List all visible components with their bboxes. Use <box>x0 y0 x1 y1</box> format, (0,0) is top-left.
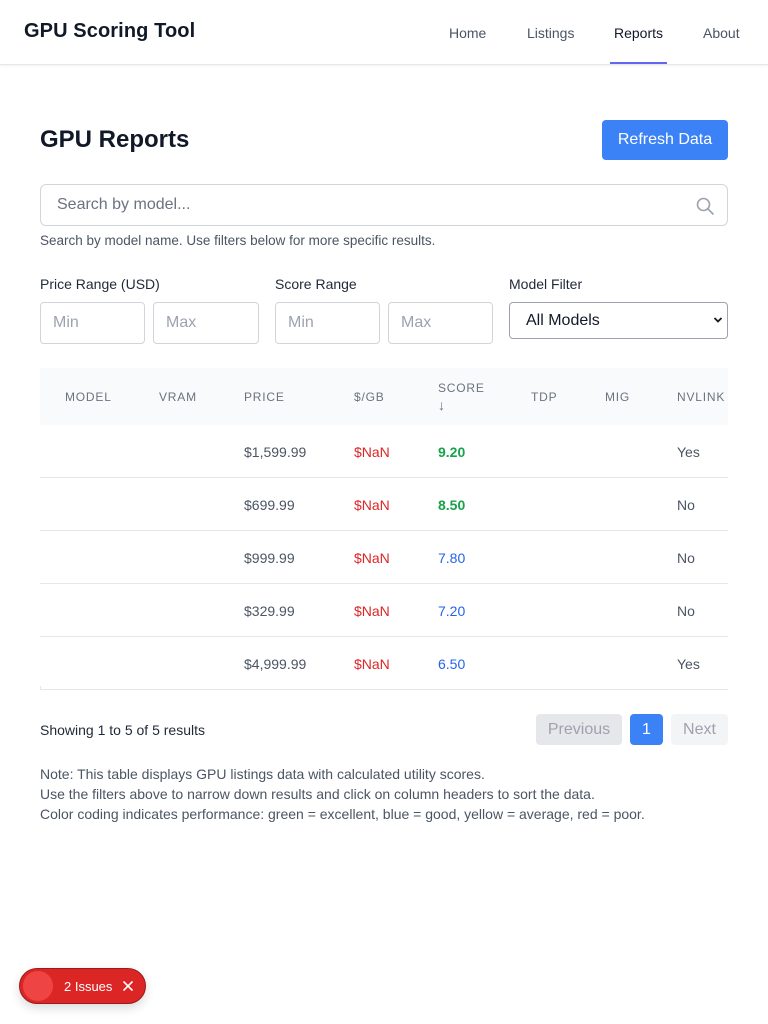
table-row[interactable]: $1,599.99 $NaN 9.20 Yes <box>40 425 728 478</box>
cell-nvlink: No <box>677 603 695 619</box>
cell-score: 8.50 <box>438 497 466 513</box>
score-range-label: Score Range <box>275 276 357 292</box>
page-number-button[interactable]: 1 <box>630 714 663 745</box>
cell-price-per-gb: $NaN <box>354 656 390 672</box>
table-scroll-corner <box>40 686 48 690</box>
nav-home[interactable]: Home <box>449 0 486 64</box>
cell-nvlink: Yes <box>677 656 700 672</box>
table-row[interactable]: $4,999.99 $NaN 6.50 Yes <box>40 637 728 690</box>
gpu-report-table: Model VRAM Price $/GB Score ↓ TDP MIG NV… <box>40 368 728 690</box>
cell-score: 7.20 <box>438 603 466 619</box>
table-notes: Note: This table displays GPU listings d… <box>40 764 645 824</box>
cell-price: $1,599.99 <box>244 444 307 460</box>
cell-price: $329.99 <box>244 603 295 619</box>
sort-descending-icon: ↓ <box>438 397 446 413</box>
model-filter-select[interactable]: All Models <box>509 302 728 339</box>
results-count-text: Showing 1 to 5 of 5 results <box>40 722 205 738</box>
search-help-text: Search by model name. Use filters below … <box>40 233 436 248</box>
search-box <box>40 184 728 226</box>
table-row[interactable]: $329.99 $NaN 7.20 No <box>40 584 728 637</box>
cell-price-per-gb: $NaN <box>354 550 390 566</box>
table-row[interactable]: $699.99 $NaN 8.50 No <box>40 478 728 531</box>
previous-page-button[interactable]: Previous <box>536 714 622 745</box>
cell-price-per-gb: $NaN <box>354 497 390 513</box>
close-icon[interactable] <box>121 979 135 993</box>
cell-price: $699.99 <box>244 497 295 513</box>
note-line: Note: This table displays GPU listings d… <box>40 766 485 782</box>
next-page-button[interactable]: Next <box>671 714 728 745</box>
cell-nvlink: Yes <box>677 444 700 460</box>
cell-score: 9.20 <box>438 444 466 460</box>
note-line: Use the filters above to narrow down res… <box>40 786 595 802</box>
cell-price: $999.99 <box>244 550 295 566</box>
nav-listings[interactable]: Listings <box>527 0 574 64</box>
page-title: GPU Reports <box>40 126 190 153</box>
search-icon[interactable] <box>695 196 715 216</box>
issues-count-label: 2 Issues <box>64 979 113 994</box>
search-input[interactable] <box>42 186 682 224</box>
chevron-down-icon <box>713 317 723 323</box>
cell-price: $4,999.99 <box>244 656 307 672</box>
note-line: Color coding indicates performance: gree… <box>40 806 645 822</box>
price-range-label: Price Range (USD) <box>40 276 160 292</box>
score-min-input[interactable] <box>275 302 380 344</box>
issues-badge[interactable]: 2 Issues <box>19 968 146 1004</box>
model-filter-label: Model Filter <box>509 276 583 292</box>
cell-nvlink: No <box>677 550 695 566</box>
cell-score: 6.50 <box>438 656 466 672</box>
cell-price-per-gb: $NaN <box>354 444 390 460</box>
top-navigation-bar: GPU Scoring Tool Home Listings Reports A… <box>0 0 768 65</box>
issues-indicator-icon <box>23 971 53 1001</box>
nav-reports[interactable]: Reports <box>614 0 663 64</box>
cell-price-per-gb: $NaN <box>354 603 390 619</box>
score-max-input[interactable] <box>388 302 493 344</box>
price-max-input[interactable] <box>153 302 259 344</box>
cell-nvlink: No <box>677 497 695 513</box>
price-min-input[interactable] <box>40 302 145 344</box>
model-filter-value: All Models <box>526 312 600 329</box>
cell-score: 7.80 <box>438 550 466 566</box>
table-row[interactable]: $999.99 $NaN 7.80 No <box>40 531 728 584</box>
table-header-row: Model VRAM Price $/GB Score ↓ TDP MIG NV… <box>40 368 728 425</box>
app-brand[interactable]: GPU Scoring Tool <box>24 20 195 43</box>
active-nav-indicator <box>610 62 667 64</box>
nav-about[interactable]: About <box>703 0 740 64</box>
refresh-data-button[interactable]: Refresh Data <box>602 120 728 160</box>
